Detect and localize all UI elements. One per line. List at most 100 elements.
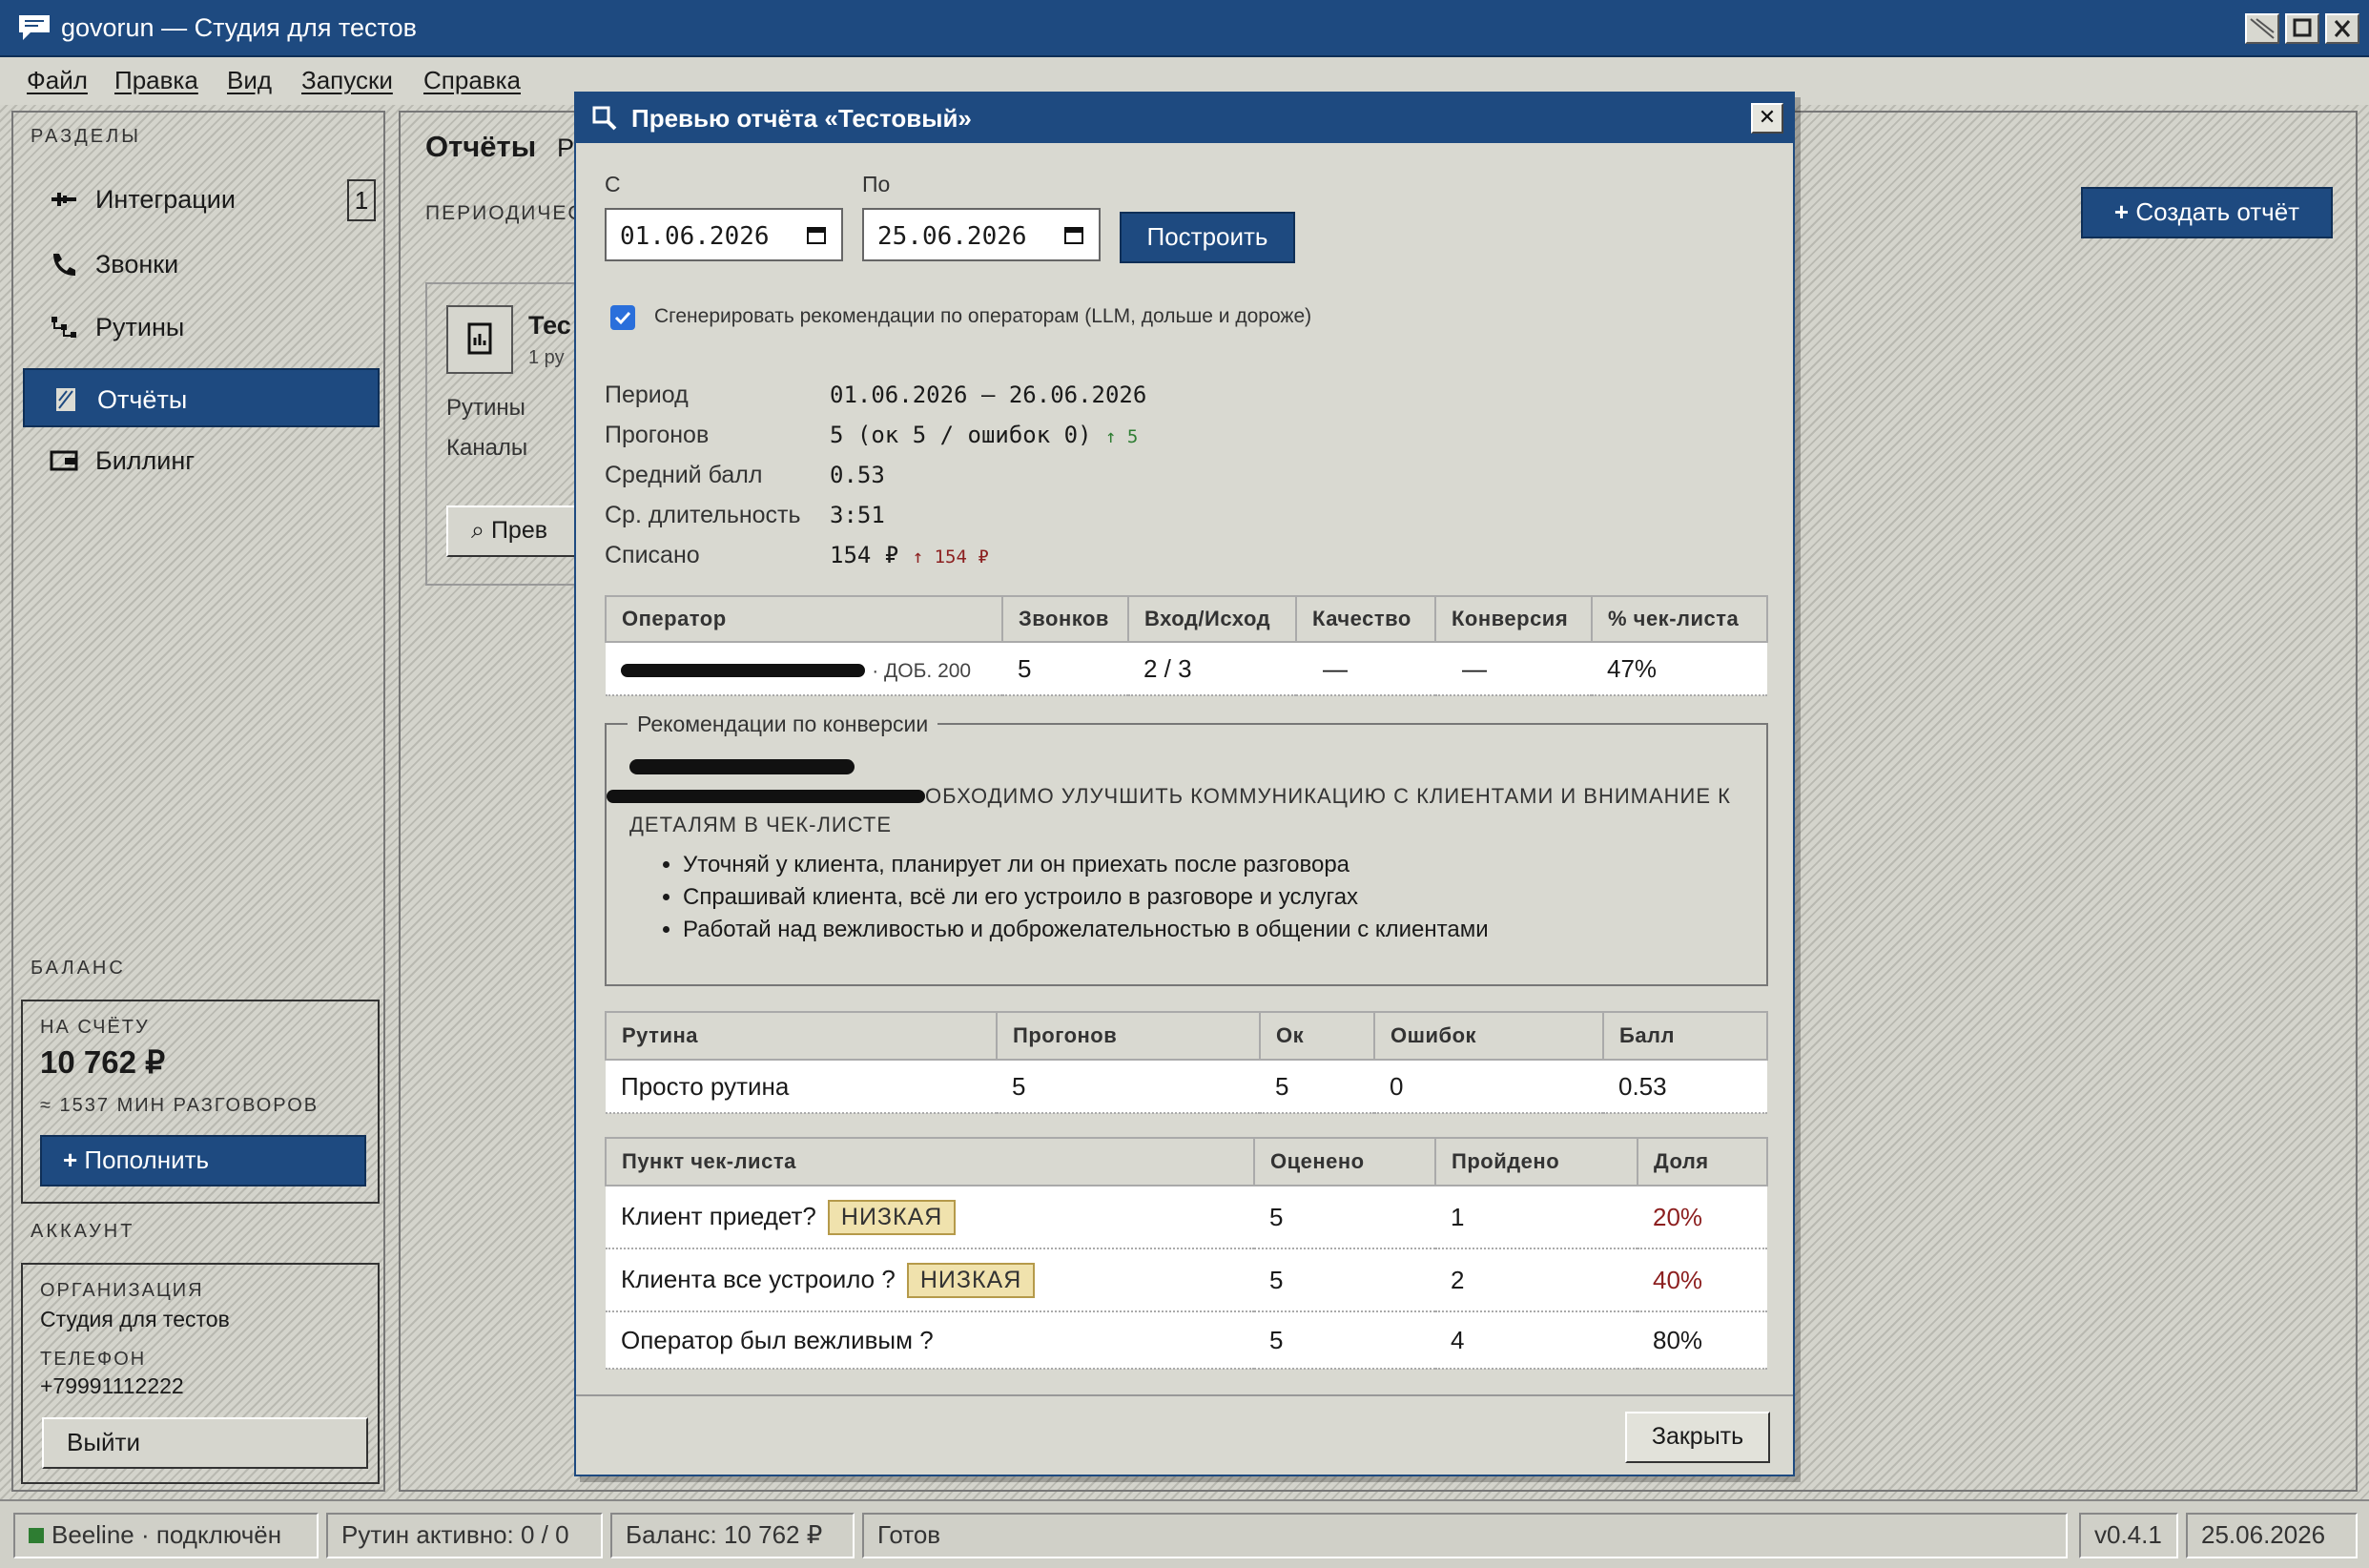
sidebar-item-calls[interactable]: Звонки bbox=[23, 235, 380, 294]
llm-checkbox[interactable] bbox=[610, 305, 635, 330]
sidebar-item-billing[interactable]: Биллинг bbox=[23, 431, 380, 490]
phone-icon bbox=[53, 254, 75, 276]
rated-cell: 5 bbox=[1254, 1311, 1435, 1370]
list-item: Спрашивай клиента, всё ли его устроило в… bbox=[683, 881, 1489, 914]
menu-view[interactable]: Вид bbox=[227, 66, 272, 95]
plus-icon: + bbox=[2113, 197, 2136, 226]
window-close-button[interactable] bbox=[2325, 13, 2359, 44]
maximize-button[interactable] bbox=[2285, 13, 2319, 44]
sidebar-item-routines[interactable]: Рутины bbox=[23, 298, 380, 357]
version-status: v0.4.1 bbox=[2079, 1513, 2178, 1558]
table-row[interactable]: · ДОБ. 200 5 2 / 3 — — 47% bbox=[606, 642, 1767, 696]
dialog-close-button[interactable]: ✕ bbox=[1751, 103, 1783, 134]
duration-value: 3:51 bbox=[830, 502, 885, 528]
phone-caption: ТЕЛЕФОН bbox=[40, 1349, 147, 1370]
report-card-icon bbox=[446, 305, 513, 374]
recommendations-summary-cont: ДЕТАЛЯМ В ЧЕК-ЛИСТЕ bbox=[629, 813, 892, 836]
balance-minutes: ≈ 1537 МИН РАЗГОВОРОВ bbox=[40, 1095, 319, 1116]
menu-help[interactable]: Справка bbox=[423, 66, 521, 95]
col-share: Доля bbox=[1637, 1137, 1768, 1186]
balance-status: Баланс: 10 762 ₽ bbox=[610, 1513, 855, 1558]
low-tag: НИЗКАЯ bbox=[906, 1262, 1036, 1298]
checklist-table: Пункт чек-листа Оценено Пройдено Доля Кл… bbox=[605, 1137, 1768, 1370]
col-errors: Ошибок bbox=[1373, 1011, 1604, 1061]
date-status: 25.06.2026 bbox=[2186, 1513, 2358, 1558]
document-icon bbox=[467, 322, 492, 355]
col-checklist: % чек-листа bbox=[1591, 595, 1768, 643]
sidebar-item-integrations[interactable]: Интеграции 1 bbox=[23, 170, 380, 229]
table-row[interactable]: Клиент приедет? НИЗКАЯ 5 1 20% bbox=[606, 1186, 1767, 1249]
calendar-icon bbox=[807, 227, 826, 244]
from-date-value: 01.06.2026 bbox=[620, 222, 770, 251]
phone-number: +79991112222 bbox=[40, 1373, 184, 1398]
table-row[interactable]: Клиента все устроило ? НИЗКАЯ 5 2 40% bbox=[606, 1248, 1767, 1312]
charged-amount: 154 ₽ bbox=[830, 542, 899, 568]
table-row[interactable]: Оператор был вежливым ? 5 4 80% bbox=[606, 1311, 1767, 1370]
balance-section-label: БАЛАНС bbox=[31, 958, 126, 979]
inout-cell: 2 / 3 bbox=[1128, 642, 1296, 696]
magnifier-icon bbox=[592, 106, 617, 131]
checklist-item-cell: Клиента все устроило ? НИЗКАЯ bbox=[606, 1248, 1254, 1312]
create-report-button[interactable]: + Создать отчёт bbox=[2081, 187, 2333, 238]
build-button[interactable]: Построить bbox=[1120, 212, 1295, 263]
col-inout: Вход/Исход bbox=[1127, 595, 1297, 643]
close-icon bbox=[2334, 20, 2351, 37]
routine-errors-cell: 0 bbox=[1374, 1060, 1603, 1114]
from-date-input[interactable]: 01.06.2026 bbox=[605, 208, 843, 261]
col-passed: Пройдено bbox=[1434, 1137, 1638, 1186]
checkmark-icon bbox=[614, 311, 631, 325]
topup-button[interactable]: + Пополнить bbox=[40, 1135, 366, 1186]
runs-count: 5 (ок 5 / ошибок 0) bbox=[830, 422, 1092, 448]
calls-cell: 5 bbox=[1002, 642, 1128, 696]
page-title: Отчёты bbox=[425, 130, 537, 163]
routines-table: Рутина Прогонов Ок Ошибок Балл Просто ру… bbox=[605, 1011, 1768, 1114]
menu-edit[interactable]: Правка bbox=[114, 66, 198, 95]
to-date-input[interactable]: 25.06.2026 bbox=[862, 208, 1101, 261]
charged-value: 154 ₽ ↑ 154 ₽ bbox=[830, 542, 989, 568]
report-card-channels: Каналы bbox=[446, 435, 528, 461]
duration-label: Ср. длительность bbox=[605, 502, 801, 528]
minimize-button[interactable] bbox=[2245, 13, 2279, 44]
checklist-item-cell: Клиент приедет? НИЗКАЯ bbox=[606, 1186, 1254, 1249]
share-cell: 20% bbox=[1638, 1186, 1767, 1249]
menu-file[interactable]: Файл bbox=[27, 66, 88, 95]
calendar-icon bbox=[1064, 227, 1083, 244]
from-label: С bbox=[605, 172, 621, 196]
menu-runs[interactable]: Запуски bbox=[301, 66, 393, 95]
operator-ext: · ДОБ. 200 bbox=[872, 659, 972, 682]
report-icon bbox=[56, 388, 75, 411]
low-tag: НИЗКАЯ bbox=[827, 1199, 957, 1235]
sidebar-item-label: Биллинг bbox=[95, 446, 196, 475]
list-item: Работай над вежливостью и доброжелательн… bbox=[683, 914, 1489, 946]
page-title-tail: Р bbox=[557, 134, 575, 162]
recommendations-list: Уточняй у клиента, планирует ли он приех… bbox=[683, 849, 1489, 946]
runs-label: Прогонов bbox=[605, 422, 710, 448]
period-value: 01.06.2026 — 26.06.2026 bbox=[830, 382, 1147, 408]
chat-bubble-icon bbox=[19, 15, 50, 40]
routine-score-cell: 0.53 bbox=[1603, 1060, 1767, 1114]
share-cell: 80% bbox=[1638, 1311, 1767, 1370]
conversion-cell: — bbox=[1435, 642, 1592, 696]
col-item: Пункт чек-листа bbox=[605, 1137, 1255, 1186]
table-row[interactable]: Просто рутина 5 5 0 0.53 bbox=[606, 1060, 1767, 1114]
close-button[interactable]: Закрыть bbox=[1625, 1412, 1770, 1463]
col-rated: Оценено bbox=[1253, 1137, 1436, 1186]
report-card-routines: Рутины bbox=[446, 395, 525, 421]
score-label: Средний балл bbox=[605, 462, 763, 488]
dialog-footer-divider bbox=[576, 1394, 1793, 1396]
connection-status: Beeline · подключён bbox=[13, 1513, 319, 1558]
col-routine: Рутина bbox=[605, 1011, 998, 1061]
passed-cell: 1 bbox=[1435, 1186, 1638, 1249]
connection-text: Beeline · подключён bbox=[52, 1520, 282, 1549]
routine-icon bbox=[52, 317, 76, 338]
sidebar-item-reports[interactable]: Отчёты bbox=[23, 368, 380, 427]
sidebar-item-label: Рутины bbox=[95, 313, 185, 341]
llm-checkbox-label[interactable]: Сгенерировать рекомендации по операторам… bbox=[654, 305, 1311, 328]
window-title: govorun — Студия для тестов bbox=[61, 13, 417, 42]
logout-button[interactable]: Выйти bbox=[42, 1417, 368, 1469]
checklist-cell: 47% bbox=[1592, 642, 1767, 696]
table-header: Оператор Звонков Вход/Исход Качество Кон… bbox=[605, 595, 1768, 643]
quality-cell: — bbox=[1296, 642, 1435, 696]
integrations-badge: 1 bbox=[347, 179, 376, 221]
org-caption: ОРГАНИЗАЦИЯ bbox=[40, 1280, 204, 1301]
